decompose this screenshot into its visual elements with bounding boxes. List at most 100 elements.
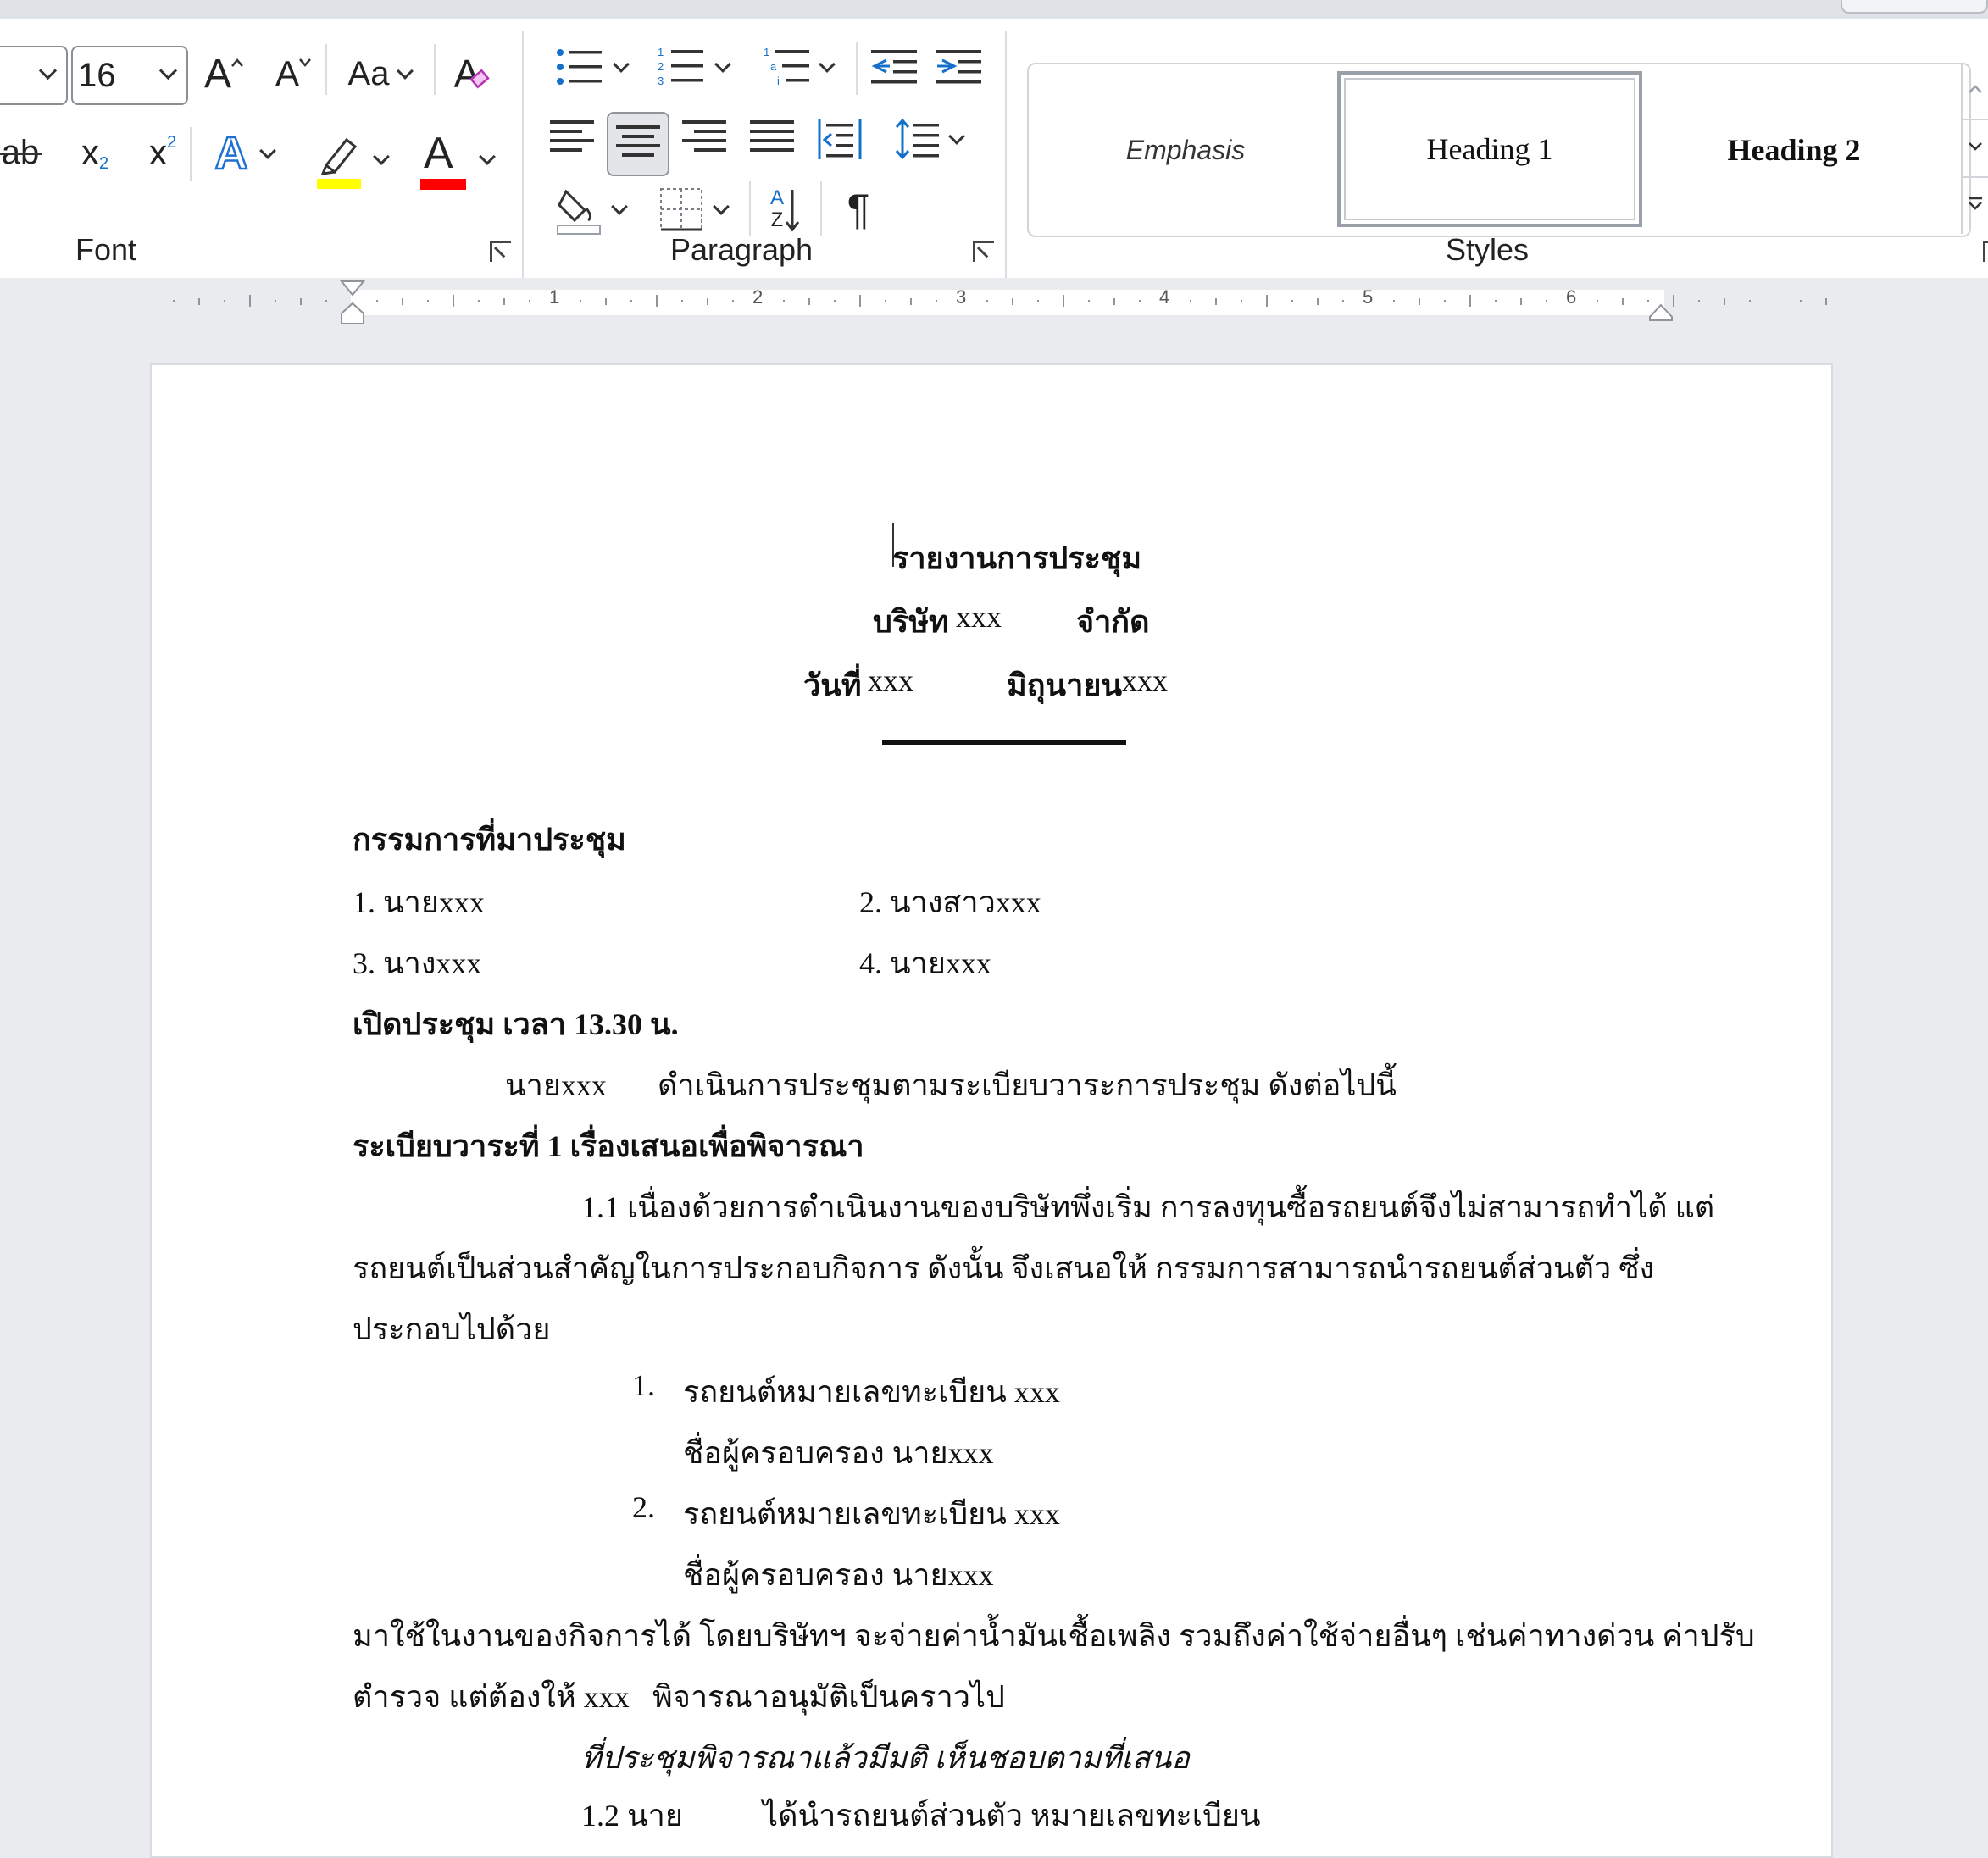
chevron-down-icon	[258, 142, 276, 159]
style-heading-1[interactable]: Heading 1	[1337, 71, 1642, 227]
ruler-tick	[1825, 298, 1827, 305]
font-color-swatch	[420, 179, 466, 190]
show-formatting-button[interactable]: ¶	[832, 181, 885, 237]
subscript-icon: x	[81, 132, 99, 172]
decrease-indent-button[interactable]	[868, 42, 920, 92]
styles-scroll-down[interactable]	[1963, 125, 1988, 168]
ruler-tick	[859, 295, 861, 307]
attendee-4: 4. นายxxx	[859, 946, 991, 980]
align-right-button[interactable]	[678, 112, 730, 166]
ruler-tick	[529, 300, 530, 302]
ruler-tick	[1444, 300, 1446, 302]
change-case-icon: Aa	[347, 54, 390, 92]
ruler-tick	[681, 300, 683, 302]
styles-scroll	[1961, 63, 1988, 234]
chevron-down-icon	[714, 56, 731, 73]
date-word: วันที่	[803, 668, 862, 702]
paragraph-dialog-launcher-icon[interactable]	[973, 241, 994, 262]
align-left-button[interactable]	[546, 112, 598, 166]
list-owner-2: ชื่อผู้ครอบครอง นายxxx	[683, 1558, 994, 1592]
paragraph-group-label: Paragraph	[669, 232, 814, 267]
list-item-1: รถยนต์หมายเลขทะเบียน xxx	[683, 1375, 1060, 1409]
ruler-tick	[1266, 295, 1268, 307]
align-center-button[interactable]	[607, 112, 669, 176]
styles-scroll-up[interactable]	[1963, 68, 1988, 110]
styles-gallery: Emphasis Heading 1 Heading 2	[1027, 63, 1971, 237]
subscript-button[interactable]: x 2	[71, 129, 119, 176]
font-size-combo[interactable]: 16	[71, 46, 188, 105]
increase-indent-icon	[936, 50, 981, 84]
strikethrough-button[interactable]: ab	[0, 129, 46, 176]
style-emphasis-label: Emphasis	[1125, 134, 1246, 165]
ribbon: 16 A A Aa A ab x 2 x 2 A A Font 1 2 3 1 …	[0, 19, 1988, 285]
text-effects-button[interactable]: A	[202, 127, 286, 180]
justify-icon	[750, 120, 794, 158]
superscript-icon: x	[148, 132, 167, 172]
chair-text: ดำเนินการประชุมตามระเบียบวาระการประชุม ด…	[658, 1068, 1397, 1102]
title-bar-strip	[0, 0, 1988, 19]
text-direction-button[interactable]	[812, 112, 868, 166]
ruler-tick	[707, 298, 708, 305]
attendee-2: 2. นางสาวxxx	[859, 885, 1041, 919]
justify-button[interactable]	[746, 112, 798, 166]
align-right-icon	[682, 120, 726, 158]
highlight-color-button[interactable]	[307, 127, 395, 195]
ruler-tick	[224, 300, 225, 302]
increase-indent-button[interactable]	[932, 42, 985, 92]
superscript-button[interactable]: x 2	[139, 129, 186, 176]
chevron-down-icon	[38, 61, 58, 80]
ruler-tick	[1647, 300, 1649, 302]
ruler-number: 5	[1363, 286, 1374, 308]
ruler-tick	[1037, 300, 1039, 302]
pilcrow-icon: ¶	[847, 186, 870, 233]
paragraph-1-line-3: ประกอบไปด้วย	[353, 1312, 551, 1346]
first-line-indent-marker[interactable]	[340, 280, 365, 298]
date-year: xxx	[1122, 663, 1168, 697]
ruler-text-area	[351, 290, 1664, 315]
caret-down-icon	[1969, 142, 1982, 151]
style-heading-1-label: Heading 1	[1426, 132, 1553, 166]
font-name-combo[interactable]	[0, 46, 68, 105]
multilevel-list-button[interactable]: 1 a i	[754, 41, 842, 93]
ruler-tick	[1597, 300, 1598, 302]
shading-button[interactable]	[546, 180, 634, 239]
sort-button[interactable]: A Z	[759, 181, 812, 237]
numbering-icon: 1 2 3	[658, 46, 703, 87]
style-emphasis[interactable]: Emphasis	[1039, 75, 1332, 225]
left-indent-marker[interactable]	[340, 302, 365, 325]
bullets-button[interactable]	[547, 41, 636, 93]
ruler-tick	[1546, 300, 1547, 302]
ruler-tick	[453, 295, 454, 307]
chevron-down-icon	[397, 63, 414, 80]
chevron-down-icon	[479, 148, 496, 165]
ruler-tick	[376, 300, 378, 302]
right-indent-marker[interactable]	[1648, 303, 1674, 322]
font-color-button[interactable]: A	[412, 127, 500, 195]
line-spacing-button[interactable]	[881, 112, 975, 166]
clear-formatting-button[interactable]: A	[447, 47, 500, 100]
ruler-tick	[1190, 300, 1191, 302]
borders-button[interactable]	[649, 180, 737, 239]
align-center-icon	[616, 125, 660, 163]
font-dialog-launcher-icon[interactable]	[490, 241, 511, 262]
multilevel-list-icon: 1 a i	[764, 46, 809, 87]
sort-z-label: Z	[770, 208, 784, 231]
bullets-icon	[557, 49, 602, 85]
grow-font-button[interactable]: A	[200, 47, 247, 100]
styles-dialog-launcher-icon[interactable]	[1983, 241, 1988, 262]
highlighter-icon	[317, 137, 361, 189]
borders-icon	[660, 188, 702, 231]
style-heading-2[interactable]: Heading 2	[1647, 75, 1941, 225]
list-owner-1: ชื่อผู้ครอบครอง นายxxx	[683, 1436, 994, 1470]
horizontal-ruler[interactable]: 1 2 3 4 5 6	[0, 278, 1988, 325]
superscript-mark: 2	[166, 132, 177, 152]
shrink-font-button[interactable]: A	[269, 47, 317, 100]
ruler-tick	[656, 295, 658, 307]
styles-more[interactable]	[1963, 183, 1988, 225]
grow-font-icon: A	[203, 51, 231, 97]
change-case-button[interactable]: Aa	[337, 47, 422, 100]
ruler-tick	[1291, 300, 1293, 302]
numbering-button[interactable]: 1 2 3	[649, 41, 737, 93]
ruler-tick	[1215, 298, 1217, 305]
title-bar-button[interactable]	[1841, 0, 1988, 14]
